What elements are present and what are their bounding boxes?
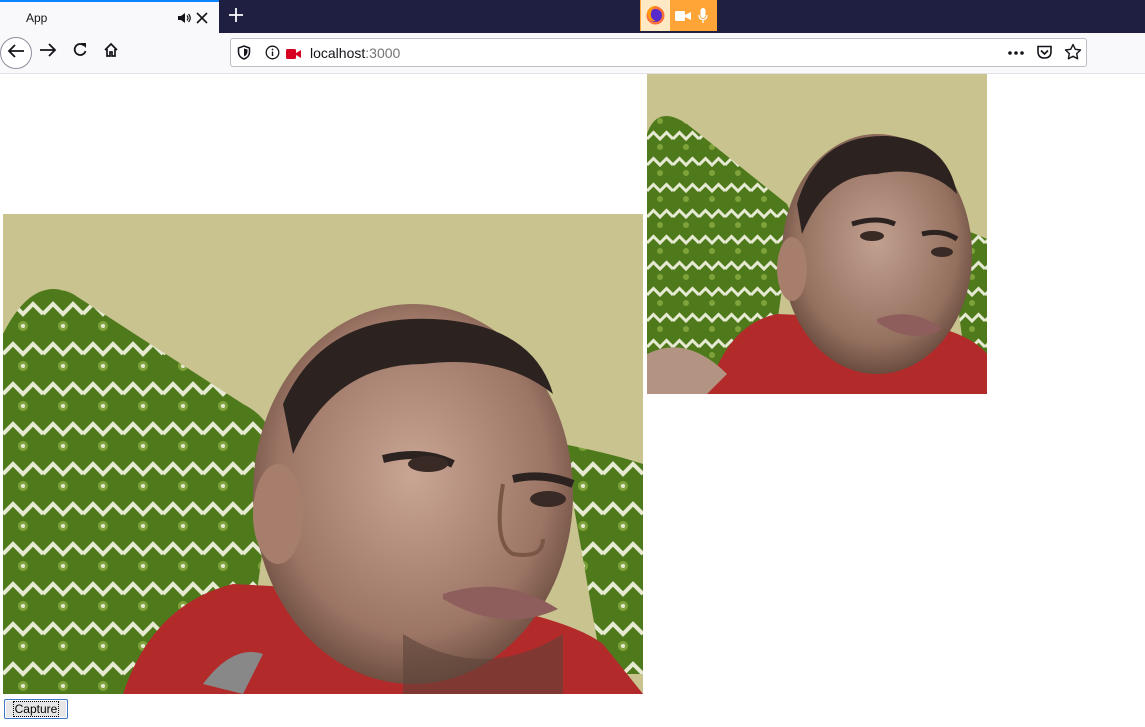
camera-permission-icon[interactable] (286, 47, 302, 65)
reload-icon (72, 42, 88, 63)
home-icon (103, 42, 119, 63)
navigation-toolbar: localhost:3000 (0, 33, 1145, 74)
home-button[interactable] (96, 37, 126, 67)
address-bar[interactable]: localhost:3000 (230, 38, 1087, 67)
tab-strip: App (0, 0, 1145, 33)
tab-title: App (26, 11, 48, 25)
star-icon[interactable] (1064, 43, 1082, 66)
page-content: Capture (0, 74, 1145, 727)
forward-icon (39, 42, 57, 63)
microphone-icon (698, 8, 708, 29)
firefox-icon (641, 0, 670, 31)
close-icon[interactable] (196, 11, 208, 29)
forward-button[interactable] (33, 37, 63, 67)
capture-button-label: Capture (12, 701, 60, 717)
back-button[interactable] (0, 37, 32, 69)
tab-app[interactable]: App (0, 0, 219, 33)
shield-icon[interactable] (237, 45, 251, 65)
capture-button[interactable]: Capture (4, 699, 68, 719)
webcam-video (3, 214, 643, 694)
back-icon (7, 43, 25, 64)
camera-icon (675, 9, 691, 27)
url-host: localhost (310, 45, 366, 61)
more-icon[interactable] (1007, 45, 1025, 66)
info-icon[interactable] (265, 45, 280, 65)
url-port: :3000 (365, 45, 401, 61)
captured-image (647, 74, 987, 394)
pocket-icon[interactable] (1036, 44, 1053, 66)
reload-button[interactable] (65, 37, 95, 67)
speaker-icon[interactable] (177, 11, 191, 30)
url-text[interactable]: localhost:3000 (310, 45, 400, 61)
sharing-indicator[interactable] (640, 0, 717, 31)
plus-icon[interactable] (228, 7, 244, 28)
